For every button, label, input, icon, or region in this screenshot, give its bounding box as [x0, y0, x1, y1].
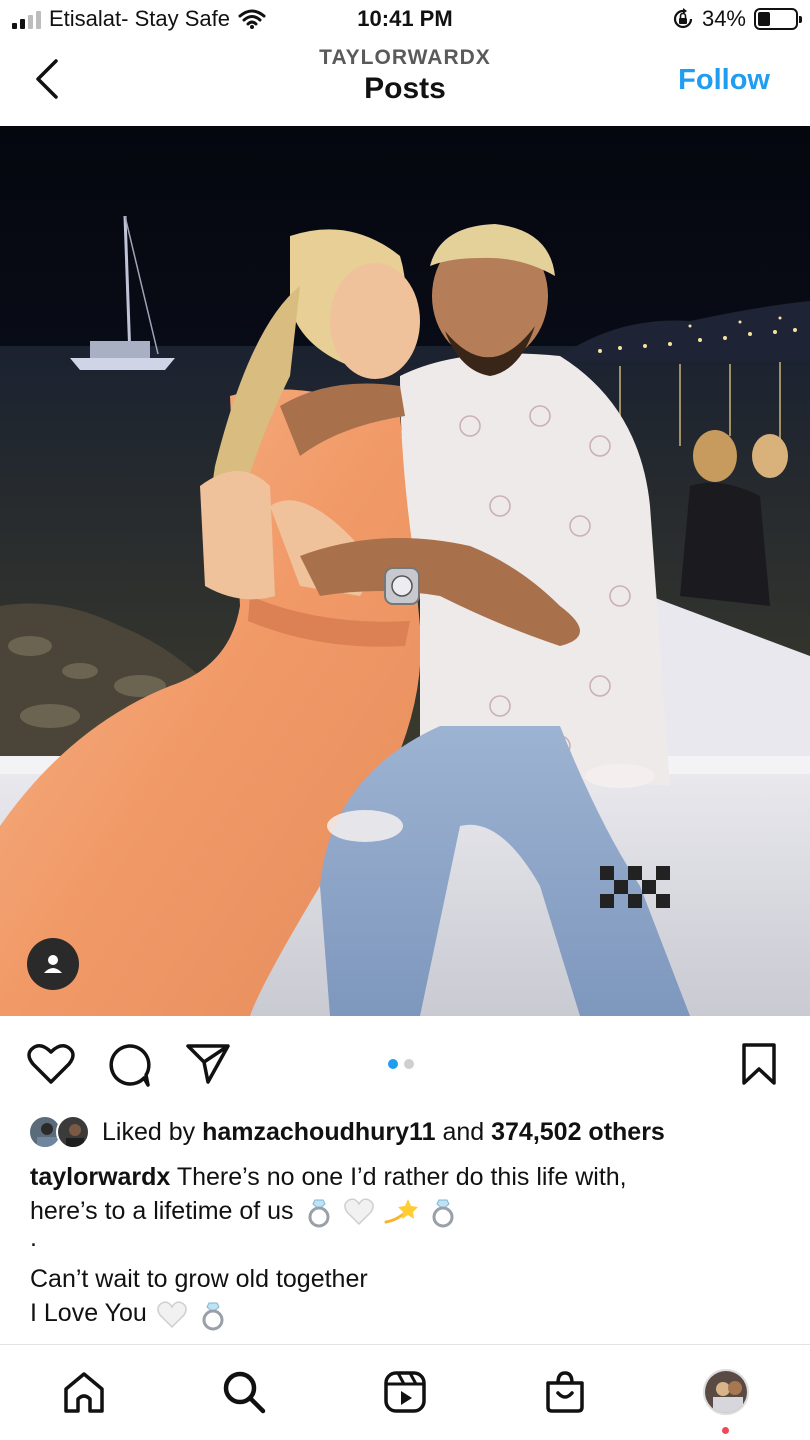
status-bar: Etisalat- Stay Safe 10:41 PM 34% [0, 0, 810, 42]
profile-avatar [705, 1371, 747, 1413]
comment-button[interactable] [106, 1042, 152, 1093]
caption-username[interactable]: taylorwardx [30, 1163, 170, 1191]
ring-emoji [432, 1199, 454, 1228]
caption-text: There’s no one I’d rather do this life w… [176, 1163, 627, 1191]
liked-by-user[interactable]: hamzachoudhury11 [202, 1118, 435, 1147]
post-photo-illustration [0, 126, 810, 1016]
caption-line: here’s to a lifetime of us [30, 1194, 790, 1228]
status-right: 34% [672, 6, 802, 32]
reels-icon [384, 1371, 426, 1413]
notification-dot [722, 1427, 729, 1434]
battery-fill [758, 12, 771, 26]
caption-line: Can’t wait to grow old together [30, 1262, 790, 1296]
carousel-indicator [388, 1059, 414, 1069]
person-icon [44, 955, 62, 973]
carousel-dot-active [388, 1059, 398, 1069]
save-button[interactable] [740, 1042, 778, 1091]
likes-row[interactable]: Liked by hamzachoudhury11 and 374,502 ot… [28, 1110, 665, 1154]
tab-reels[interactable] [380, 1367, 430, 1417]
likes-count[interactable]: 374,502 others [491, 1118, 665, 1147]
battery-icon [754, 8, 802, 30]
liked-by-and: and [442, 1117, 485, 1146]
battery-percent: 34% [701, 6, 746, 31]
like-button[interactable] [27, 1042, 75, 1091]
liker-avatars [28, 1113, 92, 1151]
carousel-dot [404, 1059, 414, 1069]
post-actions [0, 1016, 810, 1110]
tab-shop[interactable] [540, 1367, 590, 1417]
caption-text: I Love You [30, 1299, 147, 1328]
share-button[interactable] [184, 1042, 232, 1091]
tagged-people-button[interactable] [27, 938, 79, 990]
white-heart-emoji [156, 1301, 187, 1328]
shop-icon [546, 1371, 584, 1413]
ring-emoji [202, 1302, 224, 1331]
share-icon [186, 1044, 230, 1084]
post-photo[interactable] [0, 126, 810, 1016]
bottom-tab-bar [0, 1344, 810, 1440]
caption-text: Can’t wait to grow old together [30, 1265, 368, 1294]
caption-text: . [30, 1224, 37, 1253]
ring-emoji [308, 1199, 330, 1228]
comment-icon [109, 1044, 151, 1087]
avatar [56, 1115, 90, 1149]
post-caption: taylorwardx There’s no one I’d rather do… [30, 1160, 790, 1331]
caption-line: taylorwardx There’s no one I’d rather do… [30, 1160, 790, 1194]
tab-search[interactable] [219, 1367, 269, 1417]
caption-line: . [30, 1226, 790, 1262]
caption-line: I Love You [30, 1296, 790, 1331]
bookmark-icon [742, 1043, 776, 1085]
tab-home[interactable] [59, 1367, 109, 1417]
tab-profile[interactable] [703, 1369, 749, 1415]
search-icon [223, 1371, 266, 1414]
white-heart-emoji [344, 1198, 375, 1226]
heart-icon [27, 1044, 75, 1084]
orientation-lock-icon [673, 8, 693, 29]
dizzy-emoji [384, 1199, 419, 1224]
nav-header: TAYLORWARDX Posts Follow [0, 42, 810, 126]
follow-button[interactable]: Follow [678, 64, 770, 97]
caption-text: here’s to a lifetime of us [30, 1197, 294, 1225]
home-icon [64, 1372, 104, 1413]
liked-by-prefix: Liked by [102, 1117, 196, 1146]
